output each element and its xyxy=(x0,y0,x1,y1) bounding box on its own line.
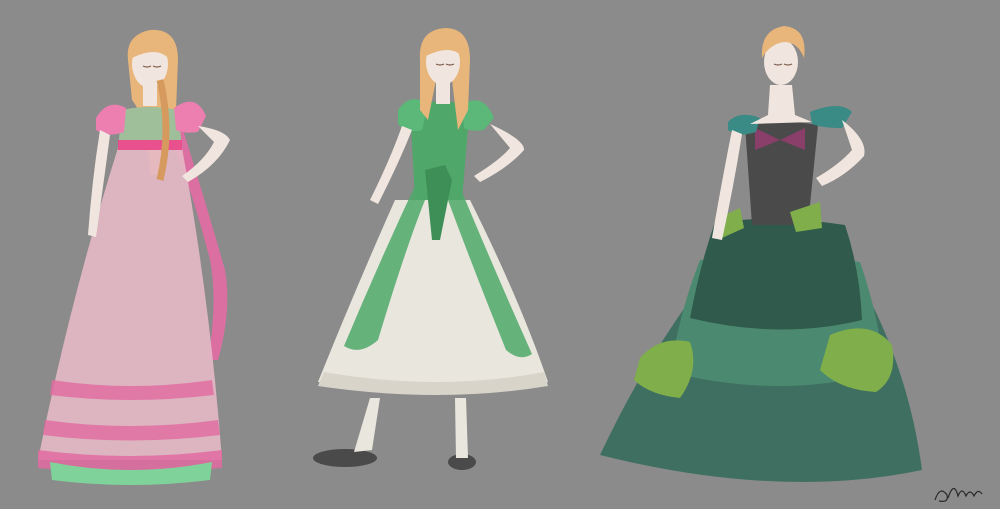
left-sleeve xyxy=(96,104,126,135)
left-shoe xyxy=(313,449,377,467)
costume-sketch-illustration xyxy=(38,26,983,502)
figure-green-overdress xyxy=(313,28,548,470)
right-arm xyxy=(474,124,525,182)
right-arm xyxy=(816,120,865,186)
illustration-canvas xyxy=(0,0,1000,509)
figure-pink-gown xyxy=(38,29,230,485)
neck xyxy=(436,82,450,104)
artist-signature xyxy=(934,487,983,502)
left-arm xyxy=(370,126,412,204)
empire-waist-band xyxy=(118,140,182,150)
figure-teal-ballgown xyxy=(600,26,922,482)
left-leg xyxy=(354,398,380,452)
right-leg xyxy=(455,398,468,458)
